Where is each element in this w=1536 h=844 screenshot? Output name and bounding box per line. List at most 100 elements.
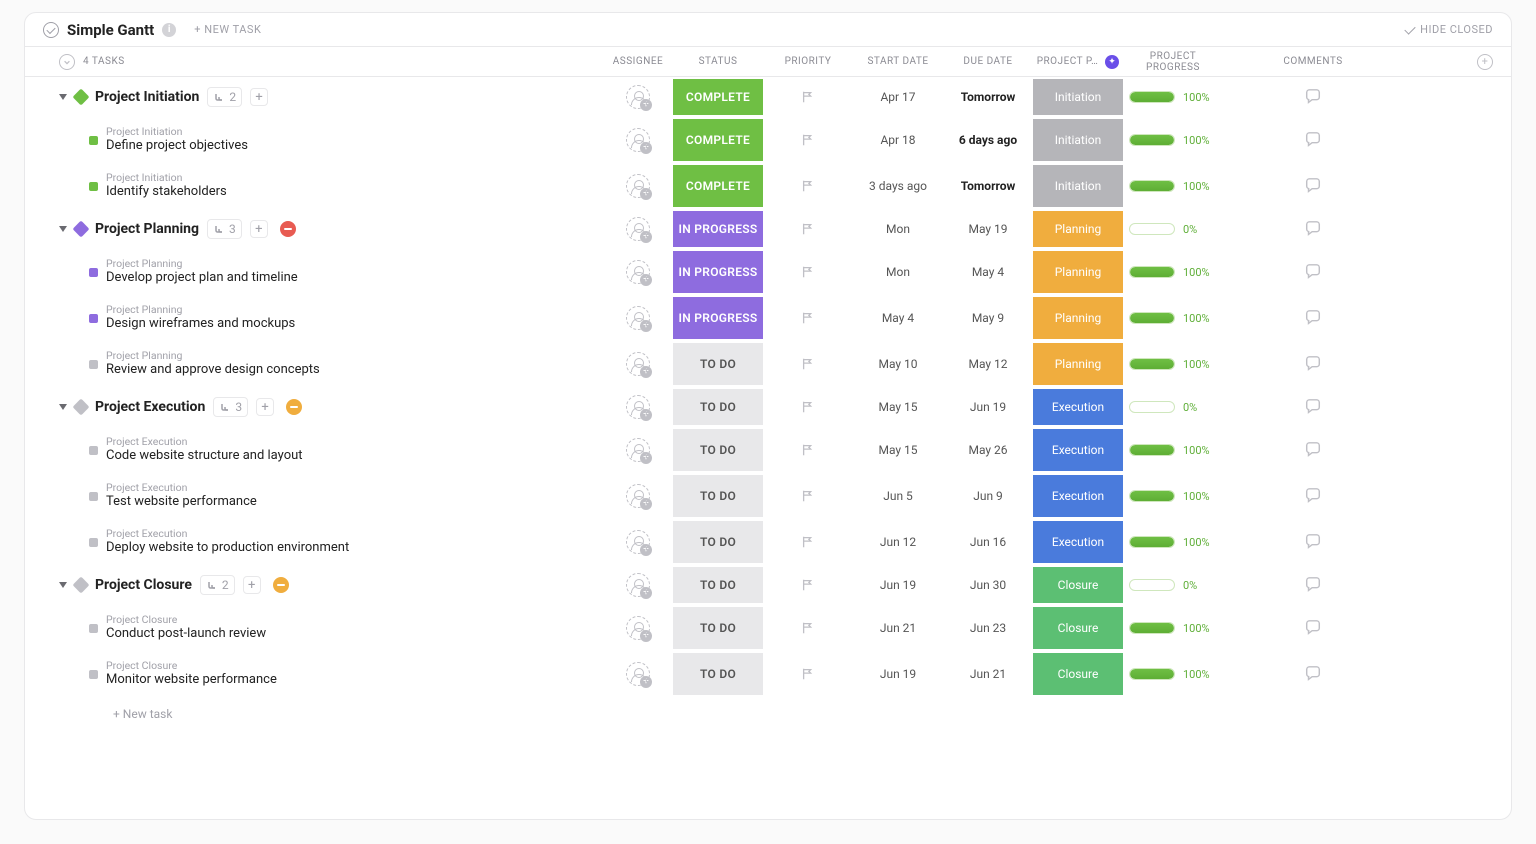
start-date-cell[interactable]: May 15 [853, 387, 943, 427]
progress-cell[interactable]: 100% [1123, 651, 1223, 697]
subtask-row[interactable]: Project Planning Develop project plan an… [43, 249, 1493, 295]
due-date-cell[interactable]: May 4 [943, 249, 1033, 295]
subtask-count-badge[interactable]: 2 [207, 87, 242, 107]
col-progress[interactable]: PROJECT PROGRESS [1123, 51, 1223, 73]
due-date-cell[interactable]: Jun 9 [943, 473, 1033, 519]
assignee-cell[interactable]: + [603, 473, 673, 519]
assignee-cell[interactable]: + [603, 249, 673, 295]
group-name[interactable]: Project Closure [95, 577, 192, 593]
progress-cell[interactable]: 0% [1123, 209, 1223, 249]
col-due[interactable]: DUE DATE [943, 56, 1033, 67]
status-cell[interactable]: IN PROGRESS [673, 297, 763, 339]
comments-cell[interactable] [1223, 473, 1403, 519]
info-icon[interactable]: i [162, 23, 176, 37]
assignee-cell[interactable]: + [603, 651, 673, 697]
due-date-cell[interactable]: May 9 [943, 295, 1033, 341]
subtask-title[interactable]: Develop project plan and timeline [106, 270, 298, 286]
due-date-cell[interactable]: May 26 [943, 427, 1033, 473]
subtask-title[interactable]: Define project objectives [106, 138, 248, 154]
add-subtask-button[interactable]: + [250, 88, 268, 106]
hide-closed-toggle[interactable]: HIDE CLOSED [1405, 23, 1493, 36]
comments-cell[interactable] [1223, 295, 1403, 341]
add-subtask-button[interactable]: + [243, 576, 261, 594]
status-cell[interactable]: TO DO [673, 653, 763, 695]
status-cell[interactable]: TO DO [673, 475, 763, 517]
col-phase[interactable]: PROJECT P… ✦ [1033, 55, 1123, 69]
assignee-cell[interactable]: + [603, 209, 673, 249]
status-cell[interactable]: COMPLETE [673, 79, 763, 115]
comments-cell[interactable] [1223, 341, 1403, 387]
assignee-cell[interactable]: + [603, 77, 673, 117]
subtask-row[interactable]: Project Closure Monitor website performa… [43, 651, 1493, 697]
status-cell[interactable]: TO DO [673, 389, 763, 425]
due-date-cell[interactable]: Tomorrow [943, 163, 1033, 209]
subtask-title[interactable]: Design wireframes and mockups [106, 316, 295, 332]
start-date-cell[interactable]: Mon [853, 209, 943, 249]
phase-cell[interactable]: Execution [1033, 475, 1123, 517]
phase-cell[interactable]: Initiation [1033, 165, 1123, 207]
due-date-cell[interactable]: Tomorrow [943, 77, 1033, 117]
priority-cell[interactable] [763, 77, 853, 117]
comments-cell[interactable] [1223, 77, 1403, 117]
priority-cell[interactable] [763, 605, 853, 651]
group-name[interactable]: Project Planning [95, 221, 199, 237]
priority-cell[interactable] [763, 519, 853, 565]
priority-cell[interactable] [763, 249, 853, 295]
progress-cell[interactable]: 100% [1123, 249, 1223, 295]
due-date-cell[interactable]: Jun 30 [943, 565, 1033, 605]
subtask-row[interactable]: Project Planning Review and approve desi… [43, 341, 1493, 387]
subtask-count-badge[interactable]: 2 [200, 575, 235, 595]
due-date-cell[interactable]: Jun 19 [943, 387, 1033, 427]
subtask-title[interactable]: Test website performance [106, 494, 257, 510]
priority-cell[interactable] [763, 427, 853, 473]
start-date-cell[interactable]: Mon [853, 249, 943, 295]
group-name[interactable]: Project Initiation [95, 89, 199, 105]
comments-cell[interactable] [1223, 651, 1403, 697]
start-date-cell[interactable]: 3 days ago [853, 163, 943, 209]
new-task-button[interactable]: + NEW TASK [194, 23, 261, 36]
start-date-cell[interactable]: Jun 12 [853, 519, 943, 565]
status-cell[interactable]: TO DO [673, 429, 763, 471]
priority-cell[interactable] [763, 651, 853, 697]
subtask-title[interactable]: Identify stakeholders [106, 184, 227, 200]
start-date-cell[interactable]: Apr 17 [853, 77, 943, 117]
start-date-cell[interactable]: May 10 [853, 341, 943, 387]
new-task-row[interactable]: + New task [43, 697, 1493, 721]
assignee-cell[interactable]: + [603, 427, 673, 473]
comments-cell[interactable] [1223, 605, 1403, 651]
assignee-cell[interactable]: + [603, 341, 673, 387]
start-date-cell[interactable]: Apr 18 [853, 117, 943, 163]
group-row[interactable]: Project Planning 3 + + IN PROGRESS Mon M… [43, 209, 1493, 249]
comments-cell[interactable] [1223, 565, 1403, 605]
expand-all-icon[interactable] [59, 54, 75, 70]
priority-cell[interactable] [763, 565, 853, 605]
status-cell[interactable]: TO DO [673, 343, 763, 385]
phase-cell[interactable]: Planning [1033, 251, 1123, 293]
assignee-cell[interactable]: + [603, 295, 673, 341]
subtask-title[interactable]: Monitor website performance [106, 672, 277, 688]
assignee-cell[interactable]: + [603, 117, 673, 163]
phase-cell[interactable]: Closure [1033, 567, 1123, 603]
phase-cell[interactable]: Execution [1033, 521, 1123, 563]
progress-cell[interactable]: 100% [1123, 427, 1223, 473]
phase-cell[interactable]: Initiation [1033, 119, 1123, 161]
subtask-row[interactable]: Project Execution Test website performan… [43, 473, 1493, 519]
subtask-row[interactable]: Project Initiation Define project object… [43, 117, 1493, 163]
start-date-cell[interactable]: Jun 19 [853, 565, 943, 605]
col-assignee[interactable]: ASSIGNEE [603, 56, 673, 67]
priority-cell[interactable] [763, 341, 853, 387]
col-comments[interactable]: COMMENTS [1223, 56, 1403, 67]
start-date-cell[interactable]: Jun 21 [853, 605, 943, 651]
status-cell[interactable]: COMPLETE [673, 165, 763, 207]
phase-cell[interactable]: Planning [1033, 343, 1123, 385]
progress-cell[interactable]: 100% [1123, 117, 1223, 163]
progress-cell[interactable]: 100% [1123, 77, 1223, 117]
phase-cell[interactable]: Planning [1033, 297, 1123, 339]
progress-cell[interactable]: 100% [1123, 605, 1223, 651]
phase-cell[interactable]: Initiation [1033, 79, 1123, 115]
progress-cell[interactable]: 100% [1123, 473, 1223, 519]
status-cell[interactable]: TO DO [673, 521, 763, 563]
due-date-cell[interactable]: May 12 [943, 341, 1033, 387]
subtask-row[interactable]: Project Initiation Identify stakeholders… [43, 163, 1493, 209]
due-date-cell[interactable]: 6 days ago [943, 117, 1033, 163]
